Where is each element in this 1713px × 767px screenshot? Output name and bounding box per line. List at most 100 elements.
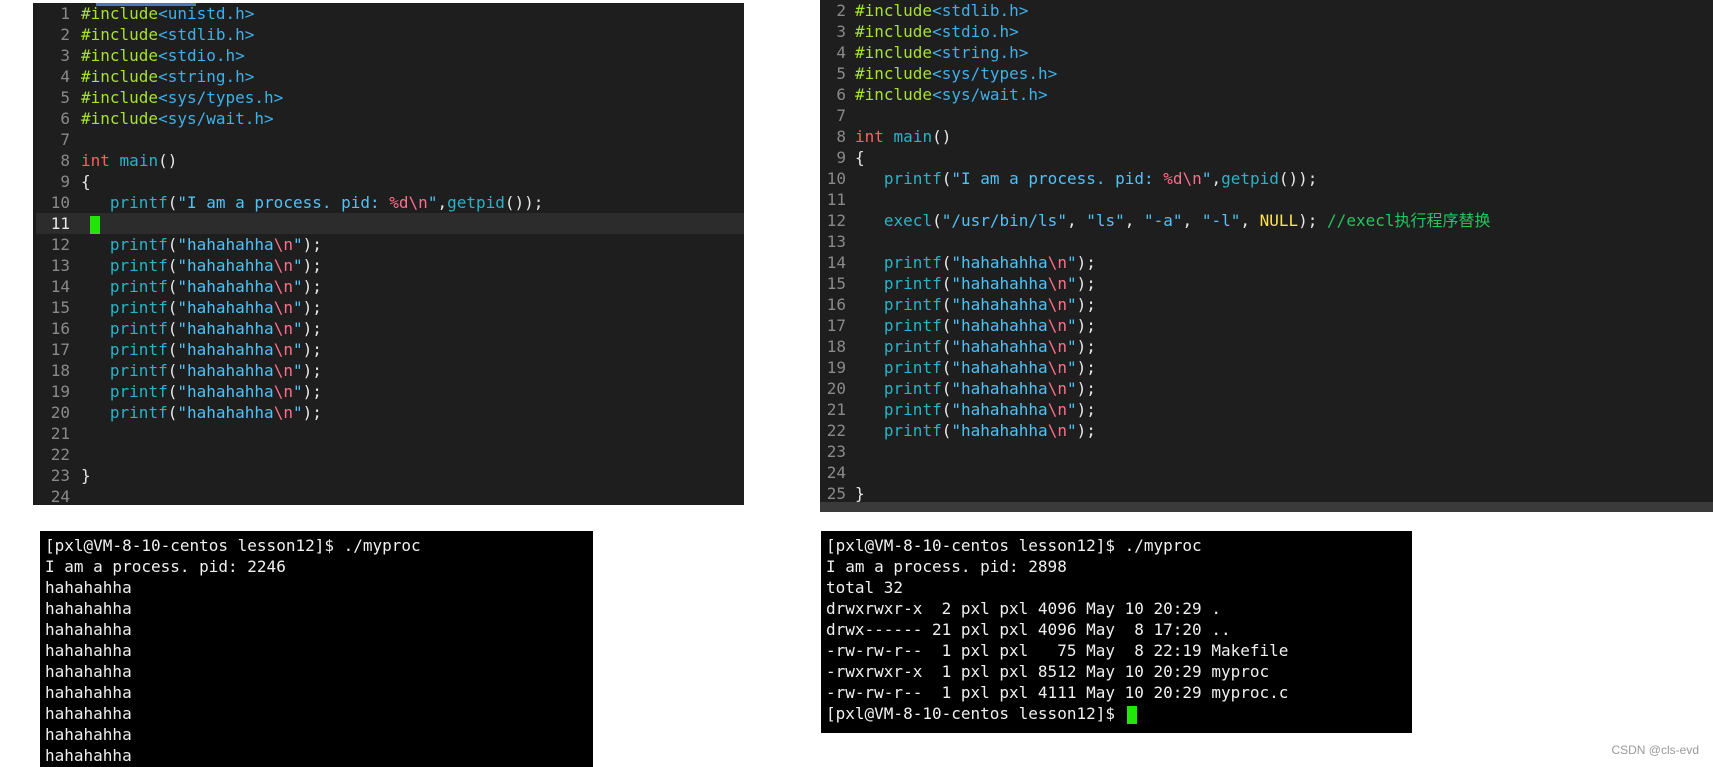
code-line[interactable]: 14 printf("hahahahha\n");: [36, 276, 744, 297]
code-line[interactable]: 2 #include<stdlib.h>: [820, 0, 1713, 21]
code-line[interactable]: 9{: [36, 171, 744, 192]
punctuation: {: [81, 172, 91, 191]
code-line[interactable]: 11: [820, 189, 1713, 210]
code-line[interactable]: 12 execl("/usr/bin/ls", "ls", "-a", "-l"…: [820, 210, 1713, 231]
line-number: 8: [60, 151, 70, 170]
punctuation: );: [1076, 358, 1096, 377]
code-line[interactable]: 25}: [820, 483, 1713, 504]
code-line[interactable]: 18 printf("hahahahha\n");: [820, 336, 1713, 357]
code-editor-right[interactable]: 2 #include<stdlib.h> 3 #include<stdio.h> 4 #i…: [820, 0, 1713, 512]
function-call: execl: [883, 211, 933, 230]
code-line[interactable]: 19 printf("hahahahha\n");: [36, 381, 744, 402]
code-line[interactable]: 17 printf("hahahahha\n");: [820, 315, 1713, 336]
punctuation: ,: [437, 193, 448, 212]
terminal-left[interactable]: [pxl@VM-8-10-centos lesson12]$ ./myproc I…: [40, 531, 593, 767]
terminal-prompt-line[interactable]: [pxl@VM-8-10-centos lesson12]$: [821, 703, 1412, 724]
include-header: <unistd.h>: [158, 4, 255, 23]
code-line[interactable]: 4 #include<string.h>: [36, 66, 744, 87]
punctuation: (: [941, 169, 952, 188]
punctuation: );: [302, 256, 322, 275]
escape-sequence: \n: [1047, 400, 1067, 419]
function-call: printf: [883, 316, 942, 335]
code-line[interactable]: 5 #include<sys/types.h>: [820, 63, 1713, 84]
code-line[interactable]: 2 #include<stdlib.h>: [36, 24, 744, 45]
code-line[interactable]: 8 int main(): [36, 150, 744, 171]
quote: ": [951, 169, 961, 188]
code-line[interactable]: 3 #include<stdio.h>: [820, 21, 1713, 42]
code-line[interactable]: 12 printf("hahahahha\n");: [36, 234, 744, 255]
terminal-right[interactable]: [pxl@VM-8-10-centos lesson12]$ ./myproc I…: [821, 531, 1412, 733]
code-line[interactable]: 23: [820, 441, 1713, 462]
code-line[interactable]: 21: [36, 423, 744, 444]
quote: ": [951, 316, 961, 335]
code-line[interactable]: 16 printf("hahahahha\n");: [36, 318, 744, 339]
code-line[interactable]: 22 printf("hahahahha\n");: [820, 420, 1713, 441]
code-line[interactable]: 13 printf("hahahahha\n");: [36, 255, 744, 276]
code-line[interactable]: 24: [36, 486, 744, 505]
code-line[interactable]: 14 printf("hahahahha\n");: [820, 252, 1713, 273]
punctuation: (: [167, 361, 178, 380]
code-editor-left[interactable]: 1 #include<unistd.h> 2 #include<stdlib.h> 3 #…: [33, 3, 744, 505]
line-number: 19: [50, 382, 70, 401]
code-line[interactable]: 6 #include<sys/wait.h>: [820, 84, 1713, 105]
quote: ": [951, 295, 961, 314]
code-line[interactable]: 20 printf("hahahahha\n");: [36, 402, 744, 423]
code-line[interactable]: 22: [36, 444, 744, 465]
code-line[interactable]: 15 printf("hahahahha\n");: [36, 297, 744, 318]
code-line[interactable]: 10 printf("I am a process. pid: %d\n",ge…: [36, 192, 744, 213]
code-line[interactable]: 24: [820, 462, 1713, 483]
code-line[interactable]: 9{: [820, 147, 1713, 168]
code-line[interactable]: 8 int main(): [820, 126, 1713, 147]
code-line[interactable]: 7: [36, 129, 744, 150]
code-line[interactable]: 13: [820, 231, 1713, 252]
escape-sequence: \n: [273, 235, 293, 254]
code-line[interactable]: 19 printf("hahahahha\n");: [820, 357, 1713, 378]
code-line[interactable]: 17 printf("hahahahha\n");: [36, 339, 744, 360]
function-call: printf: [109, 340, 168, 359]
code-line[interactable]: 7: [820, 105, 1713, 126]
punctuation: );: [302, 382, 322, 401]
code-line[interactable]: 1 #include<unistd.h>: [36, 3, 744, 24]
punctuation: (: [167, 319, 178, 338]
code-line[interactable]: 23}: [36, 465, 744, 486]
line-number: 12: [826, 211, 846, 230]
escape-sequence: \n: [273, 277, 293, 296]
code-line[interactable]: 15 printf("hahahahha\n");: [820, 273, 1713, 294]
punctuation: (: [941, 295, 952, 314]
quote: ": [1201, 169, 1212, 188]
include-header: <stdlib.h>: [932, 1, 1029, 20]
quote: ": [292, 256, 303, 275]
preprocessor-directive: #include: [855, 1, 933, 20]
code-line[interactable]: 11: [36, 213, 744, 234]
punctuation: ,: [1066, 211, 1087, 230]
code-line[interactable]: 21 printf("hahahahha\n");: [820, 399, 1713, 420]
preprocessor-directive: #include: [81, 25, 159, 44]
quote: ": [951, 358, 961, 377]
line-number: 7: [836, 106, 846, 125]
string-literal: hahahahha: [186, 235, 274, 254]
preprocessor-directive: #include: [855, 64, 933, 83]
quote: ": [292, 298, 303, 317]
code-line[interactable]: 6 #include<sys/wait.h>: [36, 108, 744, 129]
quote: ": [177, 361, 187, 380]
quote: ": [427, 193, 438, 212]
code-line[interactable]: 10 printf("I am a process. pid: %d\n",ge…: [820, 168, 1713, 189]
code-line[interactable]: 5 #include<sys/types.h>: [36, 87, 744, 108]
function-call: printf: [109, 298, 168, 317]
code-line[interactable]: 4 #include<string.h>: [820, 42, 1713, 63]
terminal-line: -rw-rw-r-- 1 pxl pxl 4111 May 10 20:29 m…: [826, 683, 1289, 702]
include-header: <sys/types.h>: [932, 64, 1058, 83]
code-line[interactable]: 18 printf("hahahahha\n");: [36, 360, 744, 381]
code-line[interactable]: 16 printf("hahahahha\n");: [820, 294, 1713, 315]
punctuation: (: [167, 340, 178, 359]
preprocessor-directive: #include: [81, 46, 159, 65]
line-number: 2: [836, 1, 846, 20]
code-line[interactable]: 3 #include<stdio.h>: [36, 45, 744, 66]
code-line[interactable]: 20 printf("hahahahha\n");: [820, 378, 1713, 399]
quote: ": [177, 277, 187, 296]
escape-sequence: \n: [273, 340, 293, 359]
punctuation: ());: [1278, 169, 1318, 188]
